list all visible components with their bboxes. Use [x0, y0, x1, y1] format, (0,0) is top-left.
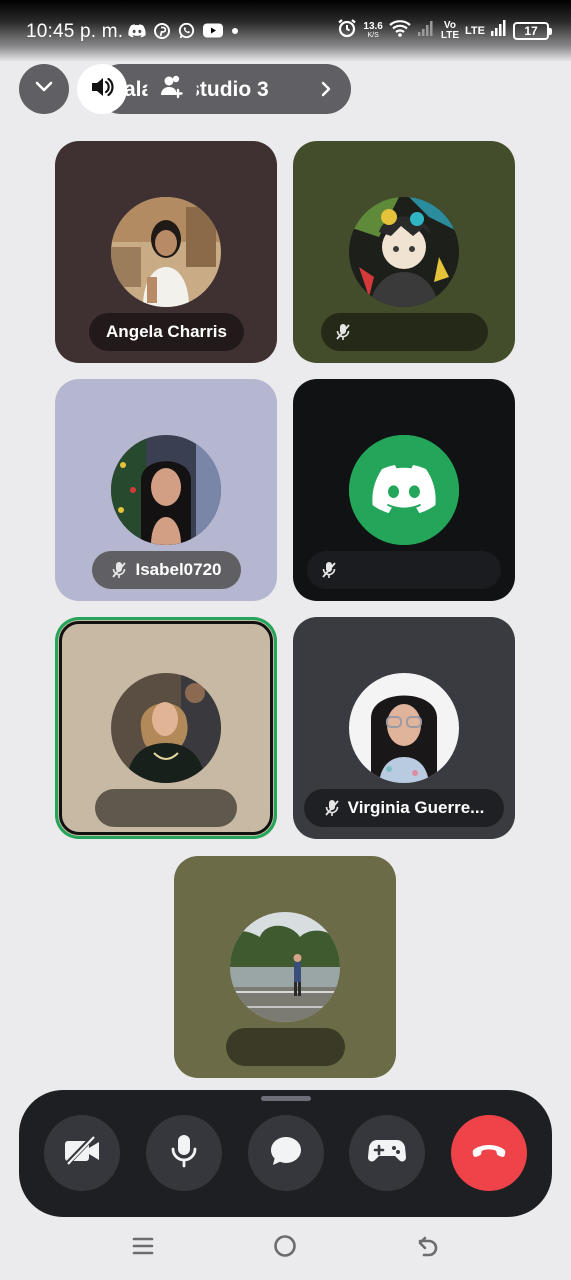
home-button[interactable] — [265, 1232, 305, 1264]
speaker-button[interactable] — [77, 64, 127, 114]
microphone-icon — [170, 1133, 198, 1174]
avatar — [349, 435, 459, 545]
youtube-icon — [203, 23, 223, 38]
speaker-icon — [89, 74, 115, 105]
battery-indicator: 17 — [513, 21, 552, 40]
system-status: 13.6 K/S Vo LTE LTE 17 — [337, 18, 552, 43]
notification-icons — [128, 22, 239, 39]
end-call-button[interactable] — [451, 1115, 527, 1191]
camera-off-icon — [63, 1134, 101, 1171]
avatar — [230, 912, 340, 1022]
network-speed-value: 13.6 — [363, 20, 383, 32]
muted-mic-icon — [324, 799, 340, 817]
activities-button[interactable] — [349, 1115, 425, 1191]
end-call-icon — [471, 1141, 507, 1166]
participant-name: Isabel0720 — [135, 560, 222, 579]
discord-icon — [128, 23, 146, 38]
pinterest-icon — [154, 22, 170, 39]
chevron-down-icon — [34, 80, 54, 99]
microphone-button[interactable] — [146, 1115, 222, 1191]
lte-indicator: LTE — [465, 24, 485, 37]
drag-handle[interactable] — [261, 1096, 311, 1101]
camera-toggle-button[interactable] — [44, 1115, 120, 1191]
volte-indicator: Vo LTE — [440, 19, 460, 41]
network-speed-unit: K/S — [367, 31, 379, 39]
invite-people-button[interactable] — [147, 64, 197, 114]
volte-top: Vo — [443, 19, 456, 31]
whatsapp-icon — [178, 22, 195, 39]
participant-tile-speaking[interactable] — [55, 617, 277, 839]
collapse-call-button[interactable] — [19, 64, 69, 114]
avatar — [349, 197, 459, 307]
muted-mic-icon — [335, 323, 351, 341]
add-user-icon — [159, 74, 185, 105]
signal-icon — [417, 19, 435, 42]
avatar — [349, 673, 459, 783]
channel-header[interactable]: ala e estudio 3 — [96, 64, 351, 114]
alarm-icon — [337, 18, 357, 43]
participant-name-pill — [321, 313, 488, 351]
back-button[interactable] — [408, 1232, 448, 1264]
muted-mic-icon — [321, 561, 337, 579]
participant-tile[interactable]: Isabel0720 — [55, 379, 277, 601]
network-speed: 13.6 K/S — [363, 20, 383, 40]
participant-name: Virginia Guerre... — [347, 798, 485, 817]
back-arrow-icon — [416, 1235, 440, 1262]
avatar — [111, 435, 221, 545]
home-circle-icon — [273, 1234, 297, 1263]
participant-name-pill: Isabel0720 — [92, 551, 241, 589]
signal-icon — [491, 19, 507, 42]
participant-tile[interactable] — [293, 379, 515, 601]
game-controller-icon — [367, 1136, 407, 1171]
status-bar: 10:45 p. m. 13.6 K/S Vo LTE LTE 17 — [0, 0, 571, 62]
volte-bottom: LTE — [440, 29, 460, 41]
menu-icon — [132, 1235, 154, 1262]
participant-name-pill — [95, 789, 237, 827]
participant-name-pill — [307, 551, 501, 589]
avatar — [111, 673, 221, 783]
participant-name: Angela Charris — [106, 322, 227, 341]
wifi-icon — [389, 19, 411, 42]
status-time: 10:45 p. m. — [26, 21, 124, 42]
participant-tile[interactable]: Angela Charris — [55, 141, 277, 363]
call-controls — [19, 1090, 552, 1217]
participant-name-pill — [226, 1028, 345, 1066]
participant-tile[interactable] — [174, 856, 396, 1078]
chat-button[interactable] — [248, 1115, 324, 1191]
participant-tile[interactable]: Virginia Guerre... — [293, 617, 515, 839]
recent-apps-button[interactable] — [123, 1232, 163, 1264]
muted-mic-icon — [111, 561, 127, 579]
dot-icon — [231, 27, 239, 35]
participant-name-pill: Angela Charris — [89, 313, 244, 351]
chat-icon — [269, 1135, 303, 1172]
participant-name-pill: Virginia Guerre... — [304, 789, 504, 827]
chevron-right-icon — [319, 80, 333, 103]
participant-tile[interactable] — [293, 141, 515, 363]
avatar — [111, 197, 221, 307]
